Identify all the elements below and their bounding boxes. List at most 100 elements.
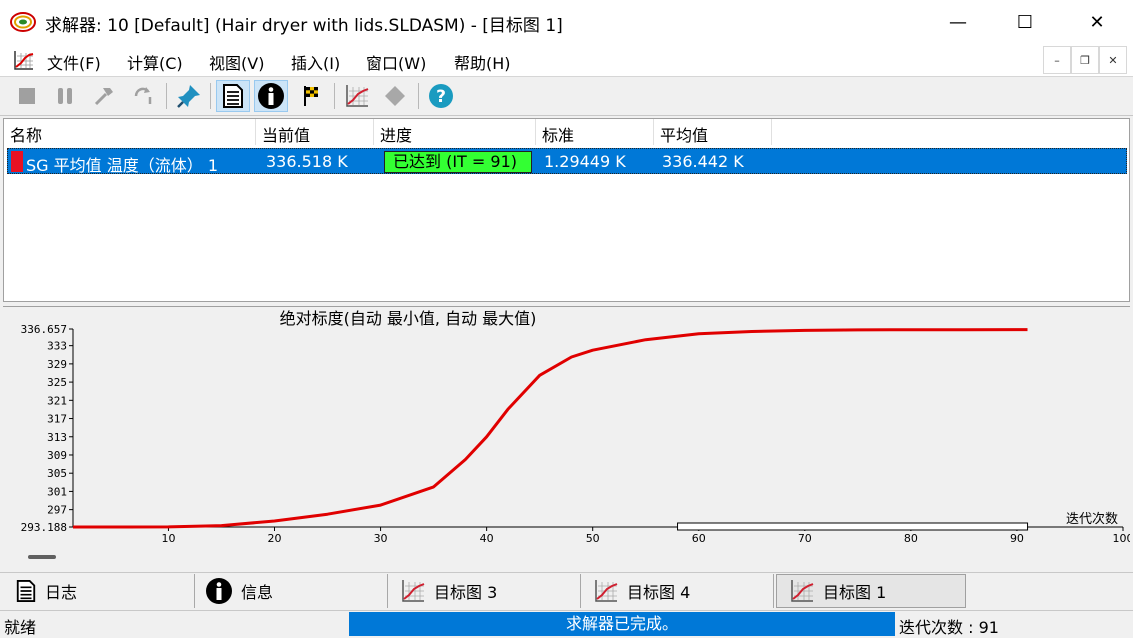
maximize-button[interactable]: ☐: [990, 0, 1060, 44]
x-tick-label: 10: [161, 532, 175, 545]
status-ready: 就绪: [4, 618, 37, 637]
y-tick-label: 297: [47, 504, 67, 517]
column-header-average[interactable]: 平均值: [654, 119, 772, 145]
menu-calculate[interactable]: 计算(C): [127, 50, 183, 74]
mdi-minimize-button[interactable]: –: [1043, 46, 1071, 74]
stop-icon: [19, 88, 35, 104]
y-tick-label: 293.188: [21, 521, 67, 534]
close-button[interactable]: ✕: [1062, 0, 1132, 44]
app-icon: [10, 12, 36, 32]
goal-average: 336.442 K: [662, 152, 744, 171]
minimize-button[interactable]: —: [923, 0, 993, 44]
tab-label: 日志: [45, 583, 78, 602]
help-icon: ?: [429, 84, 453, 108]
title-bar: 求解器: 10 [Default] (Hair dryer with lids.…: [0, 0, 1133, 44]
status-bar: 就绪 求解器已完成。 迭代次数 : 91: [0, 610, 1133, 637]
horizontal-scrollbar-thumb[interactable]: [28, 555, 56, 559]
mdi-controls: – ❐ ✕: [1043, 46, 1127, 74]
tab-goal-plot-3[interactable]: 目标图 3: [388, 574, 581, 608]
y-tick-label: 317: [47, 413, 67, 426]
flag-icon: [304, 86, 318, 106]
series-line: [73, 328, 1028, 529]
menu-window[interactable]: 窗口(W): [366, 50, 426, 74]
refresh-button[interactable]: [126, 80, 160, 112]
chart-icon: [346, 85, 369, 107]
tab-log[interactable]: 日志: [3, 574, 195, 608]
goal-plot-chart: 绝对标度(自动 最小值, 自动 最大值) 336.657 333 329 325 321 3…: [21, 309, 1131, 545]
pause-icon: [58, 88, 72, 104]
info-toggle-button[interactable]: [254, 80, 288, 112]
y-tick-label: 313: [47, 431, 67, 444]
build-button[interactable]: [87, 80, 121, 112]
x-tick-label: 90: [1010, 532, 1024, 545]
help-button[interactable]: ?: [424, 80, 458, 112]
solver-progress-bar: 求解器已完成。: [349, 612, 895, 636]
stop-button[interactable]: [10, 80, 44, 112]
column-header-current[interactable]: 当前值: [256, 119, 374, 145]
menu-help[interactable]: 帮助(H): [454, 50, 511, 74]
y-tick-label: 333: [47, 340, 67, 353]
toolbar: ?: [0, 76, 1133, 116]
menu-bar: 文件(F) 计算(C) 视图(V) 插入(I) 窗口(W) 帮助(H): [0, 44, 1133, 76]
tab-label: 目标图 1: [823, 583, 887, 602]
document-tabs: 日志 信息 目标图 3 目标图 4 目标图 1: [0, 572, 1133, 609]
hammer-icon: [94, 88, 113, 106]
pin-icon: [177, 85, 200, 108]
goal-color-marker: [11, 151, 23, 172]
goal-name: SG 平均值 温度（流体） 1: [26, 156, 218, 175]
tab-info[interactable]: 信息: [195, 574, 388, 608]
goals-table: 名称 当前值 进度 标准 平均值 SG 平均值 温度（流体） 1 336.518…: [3, 118, 1130, 302]
menu-file[interactable]: 文件(F): [47, 50, 101, 74]
x-tick-label: 60: [692, 532, 706, 545]
toolbar-separator: [418, 83, 419, 109]
chart-icon: [791, 580, 814, 602]
y-tick-label: 336.657: [21, 323, 67, 336]
chart-icon: [14, 51, 34, 70]
tab-goal-plot-4[interactable]: 目标图 4: [581, 574, 774, 608]
x-tick-label: 20: [268, 532, 282, 545]
x-tick-label: 80: [904, 532, 918, 545]
chart-icon: [595, 580, 618, 602]
toolbar-separator: [210, 83, 211, 109]
menu-insert[interactable]: 插入(I): [291, 50, 340, 74]
mdi-close-button[interactable]: ✕: [1099, 46, 1127, 74]
x-tick-label: 40: [480, 532, 494, 545]
y-tick-label: 305: [47, 467, 67, 480]
toolbar-separator: [334, 83, 335, 109]
goal-progress: 已达到 (IT = 91): [384, 151, 532, 173]
window-title: 求解器: 10 [Default] (Hair dryer with lids.…: [45, 16, 563, 36]
tab-goal-plot-1[interactable]: 目标图 1: [776, 574, 966, 608]
toolbar-separator: [166, 83, 167, 109]
x-tick-label: 50: [586, 532, 600, 545]
preview-button[interactable]: [378, 80, 412, 112]
refresh-icon: [134, 87, 152, 104]
tab-label: 目标图 3: [434, 583, 498, 602]
goal-plot-button[interactable]: [340, 80, 374, 112]
column-header-progress[interactable]: 进度: [374, 119, 536, 145]
diamond-icon: [385, 86, 405, 106]
pause-button[interactable]: [48, 80, 82, 112]
document-icon: [223, 84, 243, 108]
info-icon: [258, 83, 284, 109]
iteration-window-bar: [677, 522, 1029, 531]
chart-icon: [402, 580, 425, 602]
column-header-name[interactable]: 名称: [4, 119, 256, 145]
x-tick-label: 70: [798, 532, 812, 545]
tab-label: 目标图 4: [627, 583, 691, 602]
table-row[interactable]: SG 平均值 温度（流体） 1 336.518 K 已达到 (IT = 91) …: [7, 148, 1127, 175]
goals-button[interactable]: [294, 80, 328, 112]
info-icon: [206, 578, 232, 604]
y-tick-label: 301: [47, 485, 67, 498]
svg-text:?: ?: [436, 87, 446, 107]
iteration-count: 迭代次数 : 91: [899, 618, 999, 637]
column-header-criterion[interactable]: 标准: [536, 119, 654, 145]
chart-title: 绝对标度(自动 最小值, 自动 最大值): [280, 309, 537, 328]
goal-criterion: 1.29449 K: [544, 152, 626, 171]
log-toggle-button[interactable]: [216, 80, 250, 112]
y-tick-label: 329: [47, 358, 67, 371]
x-tick-label: 100: [1113, 532, 1131, 545]
pin-button[interactable]: [172, 80, 206, 112]
y-tick-label: 325: [47, 376, 67, 389]
menu-view[interactable]: 视图(V): [209, 50, 264, 74]
mdi-restore-button[interactable]: ❐: [1071, 46, 1099, 74]
